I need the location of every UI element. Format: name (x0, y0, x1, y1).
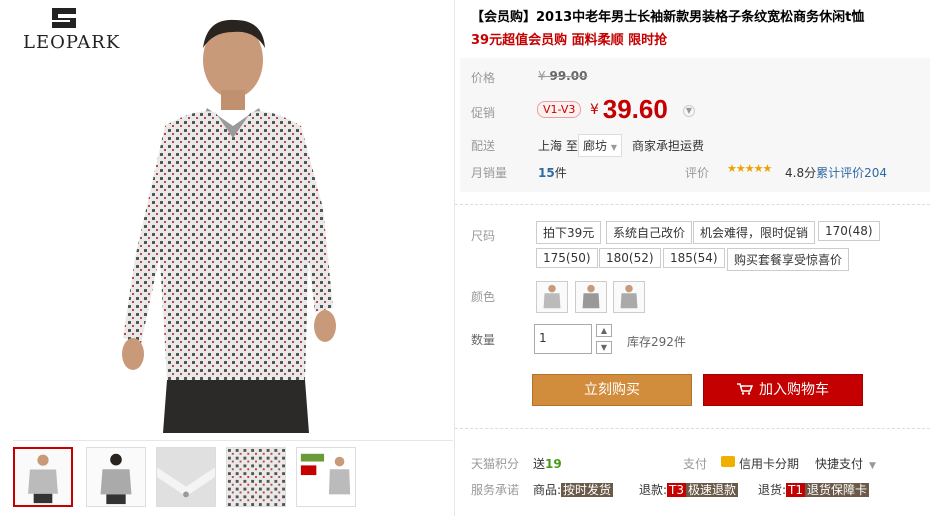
size-option[interactable]: 175(50) (536, 248, 598, 268)
shipping-label: 配送 (471, 139, 496, 153)
rating-score: 4.8分累计评价204 (785, 166, 887, 180)
price-box: 价格 ¥ 99.00 促销 V1-V3 ¥ 39.60 ▼ 配送 上海 至 廊坊… (460, 58, 930, 192)
color-option-swatch[interactable] (575, 281, 607, 313)
price-label: 价格 (471, 71, 496, 85)
promo-label: 促销 (471, 106, 496, 120)
product-gallery: LEOPARK (5, 0, 455, 516)
divider (455, 204, 930, 205)
quick-pay-dropdown[interactable]: 快捷支付 ▼ (815, 455, 876, 472)
promo-price: ¥ 39.60 (590, 94, 668, 124)
buy-now-button[interactable]: 立刻购买 (532, 374, 692, 406)
cart-icon (737, 383, 753, 395)
quantity-input[interactable]: 1 (534, 324, 592, 354)
stock-count: 库存292件 (627, 335, 686, 349)
size-option[interactable]: 185(54) (663, 248, 725, 268)
service-return: 退货: T1 退货保障卡 (758, 483, 870, 497)
quantity-increase-button[interactable]: ▲ (596, 324, 612, 337)
ship-from: 上海 至 (538, 139, 578, 153)
credit-installment[interactable]: 信用卡分期 (739, 455, 799, 472)
thumbnail-fabric-detail[interactable] (226, 447, 286, 507)
rating-stars-icon: ★★★★★ (727, 162, 772, 175)
ship-to-select[interactable]: 廊坊 ▼ (578, 134, 622, 157)
quantity-label: 数量 (471, 333, 496, 347)
points-label: 天猫积分 (471, 457, 520, 471)
payment-label: 支付 (683, 457, 708, 471)
size-option[interactable]: 购买套餐享受惊喜价 (727, 248, 850, 271)
caret-down-icon: ▼ (610, 143, 617, 152)
thumbnail-back[interactable] (86, 447, 146, 507)
thumbnail-collar-detail[interactable] (156, 447, 216, 507)
main-product-image[interactable] (95, 8, 365, 433)
service-goods: 商品: 按时发货 (533, 483, 614, 497)
rating-label: 评价 (685, 166, 710, 180)
credit-card-icon (721, 456, 735, 467)
thumbnail-strip (13, 440, 453, 512)
product-info-panel: 【会员购】2013中老年男士长袖新款男装格子条纹宽松商务休闲t恤 39元超值会员… (455, 0, 930, 516)
thumbnail-promo[interactable] (296, 447, 356, 507)
size-option[interactable]: 170(48) (818, 221, 880, 241)
chevron-down-icon: ▼ (869, 461, 876, 471)
thumbnail-front[interactable] (13, 447, 73, 507)
size-option[interactable]: 机会难得，限时促销 (693, 221, 816, 244)
service-refund: 退款: T3 极速退款 (639, 483, 739, 497)
color-option-swatch[interactable] (613, 281, 645, 313)
monthly-sales-count: 15件 (538, 166, 567, 180)
size-label: 尺码 (471, 229, 496, 243)
monthly-sales-label: 月销量 (471, 166, 508, 180)
divider (455, 428, 930, 429)
chevron-down-icon[interactable]: ▼ (683, 105, 695, 117)
color-label: 颜色 (471, 290, 496, 304)
shipping-note: 商家承担运费 (632, 139, 705, 153)
quantity-decrease-button[interactable]: ▼ (596, 341, 612, 354)
review-count-link[interactable]: 累计评价204 (816, 166, 887, 180)
vip-tier-badge: V1-V3 (537, 101, 582, 118)
color-option-swatch[interactable] (536, 281, 568, 313)
points-value: 送19 (533, 457, 562, 471)
brand-mark-icon (52, 8, 76, 28)
size-option[interactable]: 180(52) (599, 248, 661, 268)
add-to-cart-button[interactable]: 加入购物车 (703, 374, 863, 406)
size-option[interactable]: 系统自己改价 (606, 221, 693, 244)
product-subtitle: 39元超值会员购 面料柔顺 限时抢 (471, 33, 668, 48)
service-label: 服务承诺 (471, 483, 520, 497)
product-title: 【会员购】2013中老年男士长袖新款男装格子条纹宽松商务休闲t恤 (471, 10, 865, 25)
size-option[interactable]: 拍下39元 (536, 221, 602, 244)
original-price: ¥ 99.00 (538, 69, 588, 83)
